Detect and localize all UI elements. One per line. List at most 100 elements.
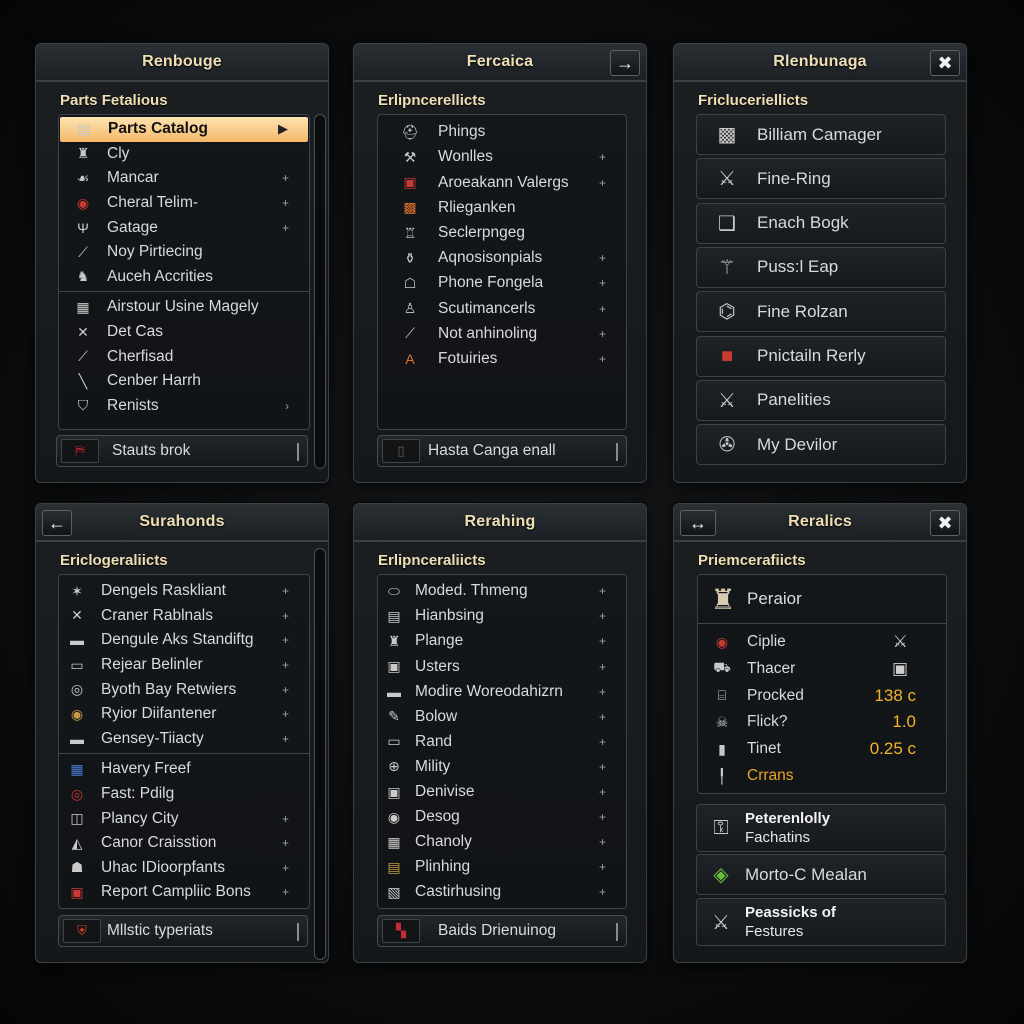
expand-icon[interactable]: +	[282, 707, 289, 721]
footer-button[interactable]: ▯ Hasta Canga enall	[377, 435, 627, 467]
expand-icon[interactable]: +	[282, 812, 289, 826]
item-card[interactable]: ■ Pnictailn Rerly	[696, 335, 946, 377]
item-card[interactable]: ⚚ Puss:l Eap	[696, 246, 946, 288]
expand-icon[interactable]: +	[599, 634, 606, 648]
expand-icon[interactable]: +	[282, 836, 289, 850]
expand-icon[interactable]: +	[282, 633, 289, 647]
list-item[interactable]: A Fotuiries +	[378, 347, 626, 372]
item-card[interactable]: ⚔ Panelities	[696, 379, 946, 421]
expand-icon[interactable]: +	[599, 685, 606, 699]
list-item[interactable]: ◉ Cheral Telim- +	[59, 191, 309, 216]
list-item[interactable]: ⟋ Noy Pirtiecing	[59, 240, 309, 265]
expand-icon[interactable]: +	[599, 860, 606, 874]
list-item[interactable]: ▣ Usters +	[378, 654, 626, 679]
item-card[interactable]: ✇ My Devilor	[696, 424, 946, 466]
chevron-right-icon[interactable]: ▶	[278, 121, 288, 137]
expand-icon[interactable]: +	[599, 710, 606, 724]
stat-row[interactable]: ⛟ Thacer ▣	[698, 656, 946, 682]
expand-icon[interactable]: +	[282, 196, 289, 210]
expand-icon[interactable]: +	[599, 660, 606, 674]
stat-row[interactable]: ⌸ Procked 138 c	[698, 683, 946, 709]
list-item[interactable]: ⚒ Wonlles +	[378, 145, 626, 170]
list-item[interactable]: ▭ Rejear Belinler +	[59, 653, 309, 678]
list-item[interactable]: ◉ Ryior Diifantener +	[59, 702, 309, 727]
scrollbar[interactable]	[314, 114, 326, 469]
list-item[interactable]: ▬ Modire Woreodahizrn +	[378, 679, 626, 704]
list-item[interactable]: ▦ Havery Freef	[59, 757, 309, 782]
footer-button[interactable]: ⛨ Mllstic typeriats	[58, 915, 308, 947]
item-card[interactable]: ⚔ Peassicks of Festures	[696, 898, 946, 946]
back-button[interactable]: ←	[42, 510, 72, 536]
list-item[interactable]: ⬭ Moded. Thmeng +	[378, 579, 626, 604]
close-button[interactable]: ✖	[930, 510, 960, 536]
list-item[interactable]: ▣ Report Campliic Bons +	[59, 880, 309, 905]
list-item[interactable]: ▦ Airstour Usine Magely	[59, 295, 309, 320]
list-item[interactable]: ⛉ Renists ›	[59, 394, 309, 419]
list-item[interactable]: ▬ Gensey-Tiiacty +	[59, 727, 309, 752]
list-item[interactable]: ⊕ Mility +	[378, 755, 626, 780]
list-item[interactable]: ╲ Cenber Harrh	[59, 369, 309, 394]
list-item[interactable]: ♜ Plange +	[378, 629, 626, 654]
swap-button[interactable]: ↔	[680, 510, 716, 536]
list-item[interactable]: ▩ Rlieganken	[378, 196, 626, 221]
stat-row[interactable]: ☠ Flick? 1.0	[698, 709, 946, 735]
list-item[interactable]: ◎ Fast: Pdilg	[59, 782, 309, 807]
expand-icon[interactable]: +	[282, 584, 289, 598]
item-card[interactable]: ⚿ Peterenlolly Fachatins	[696, 804, 946, 852]
list-item[interactable]: ◭ Canor Craisstion +	[59, 831, 309, 856]
expand-icon[interactable]: +	[599, 760, 606, 774]
list-item[interactable]: ♜ Cly	[59, 142, 309, 167]
expand-icon[interactable]: +	[599, 885, 606, 899]
list-item[interactable]: ⟋ Not anhinoling +	[378, 322, 626, 347]
list-item[interactable]: ◎ Byoth Bay Retwiers +	[59, 677, 309, 702]
list-item[interactable]: ◫ Plancy City +	[59, 806, 309, 831]
expand-icon[interactable]: +	[599, 810, 606, 824]
expand-icon[interactable]: +	[282, 861, 289, 875]
list-item[interactable]: ⛑ Phings	[378, 120, 626, 145]
expand-icon[interactable]: +	[599, 302, 606, 316]
item-card[interactable]: ❑ Enach Bogk	[696, 202, 946, 244]
list-item[interactable]: ♞ Auceh Accrities	[59, 265, 309, 290]
expand-icon[interactable]: +	[599, 276, 606, 290]
expand-icon[interactable]: +	[599, 150, 606, 164]
expand-icon[interactable]: +	[282, 221, 289, 235]
expand-icon[interactable]: +	[282, 683, 289, 697]
item-card[interactable]: ▩ Billiam Camager	[696, 114, 946, 155]
list-item[interactable]: ◉ Desog +	[378, 805, 626, 830]
expand-icon[interactable]: +	[599, 352, 606, 366]
expand-icon[interactable]: +	[599, 251, 606, 265]
footer-button[interactable]: ⛿ Stauts brok	[56, 435, 308, 467]
list-item[interactable]: ▬ Dengule Aks Standiftg +	[59, 628, 309, 653]
expand-icon[interactable]: +	[282, 609, 289, 623]
list-item[interactable]: ▣ Aroeakann Valergs +	[378, 170, 626, 195]
list-item[interactable]: ✎ Bolow +	[378, 705, 626, 730]
list-item[interactable]: ▤ Hianbsing +	[378, 604, 626, 629]
list-item[interactable]: ⚱ Aqnosisonpials +	[378, 246, 626, 271]
list-item[interactable]: ☗ Uhac IDioorpfants +	[59, 856, 309, 881]
list-item[interactable]: ▣ Denivise +	[378, 780, 626, 805]
expand-icon[interactable]: +	[282, 732, 289, 746]
list-item[interactable]: ☙ Mancar +	[59, 166, 309, 191]
chevron-right-icon[interactable]: ›	[285, 399, 289, 413]
list-item[interactable]: ♙ Scutimancerls +	[378, 296, 626, 321]
item-card[interactable]: ⌬ Fine Rolzan	[696, 291, 946, 333]
list-item[interactable]: ✶ Dengels Raskliant +	[59, 579, 309, 604]
list-item[interactable]: ⟋ Cherfisad	[59, 344, 309, 369]
expand-icon[interactable]: +	[282, 885, 289, 899]
expand-icon[interactable]: +	[599, 609, 606, 623]
expand-icon[interactable]: +	[282, 658, 289, 672]
item-card[interactable]: ⚔ Fine-Ring	[696, 158, 946, 200]
expand-icon[interactable]: +	[599, 327, 606, 341]
featured-item[interactable]: ♜ Peraior	[698, 579, 946, 619]
expand-icon[interactable]: +	[599, 735, 606, 749]
close-button[interactable]: ✖	[930, 50, 960, 76]
list-item[interactable]: ▧ Castirhusing +	[378, 880, 626, 905]
list-item[interactable]: ▤ Parts Catalog ▶	[60, 117, 308, 142]
list-item[interactable]: ✕ Craner Rablnals +	[59, 604, 309, 629]
expand-icon[interactable]: +	[599, 835, 606, 849]
footer-button[interactable]: ▚ Baids Drienuinog	[377, 915, 627, 947]
list-item[interactable]: ▦ Chanoly +	[378, 830, 626, 855]
stat-row[interactable]: ╿ Crrans	[698, 763, 946, 789]
stat-row[interactable]: ◉ Ciplie ⚔	[698, 629, 946, 655]
item-card[interactable]: ◈ Morto-C Mealan	[696, 854, 946, 895]
